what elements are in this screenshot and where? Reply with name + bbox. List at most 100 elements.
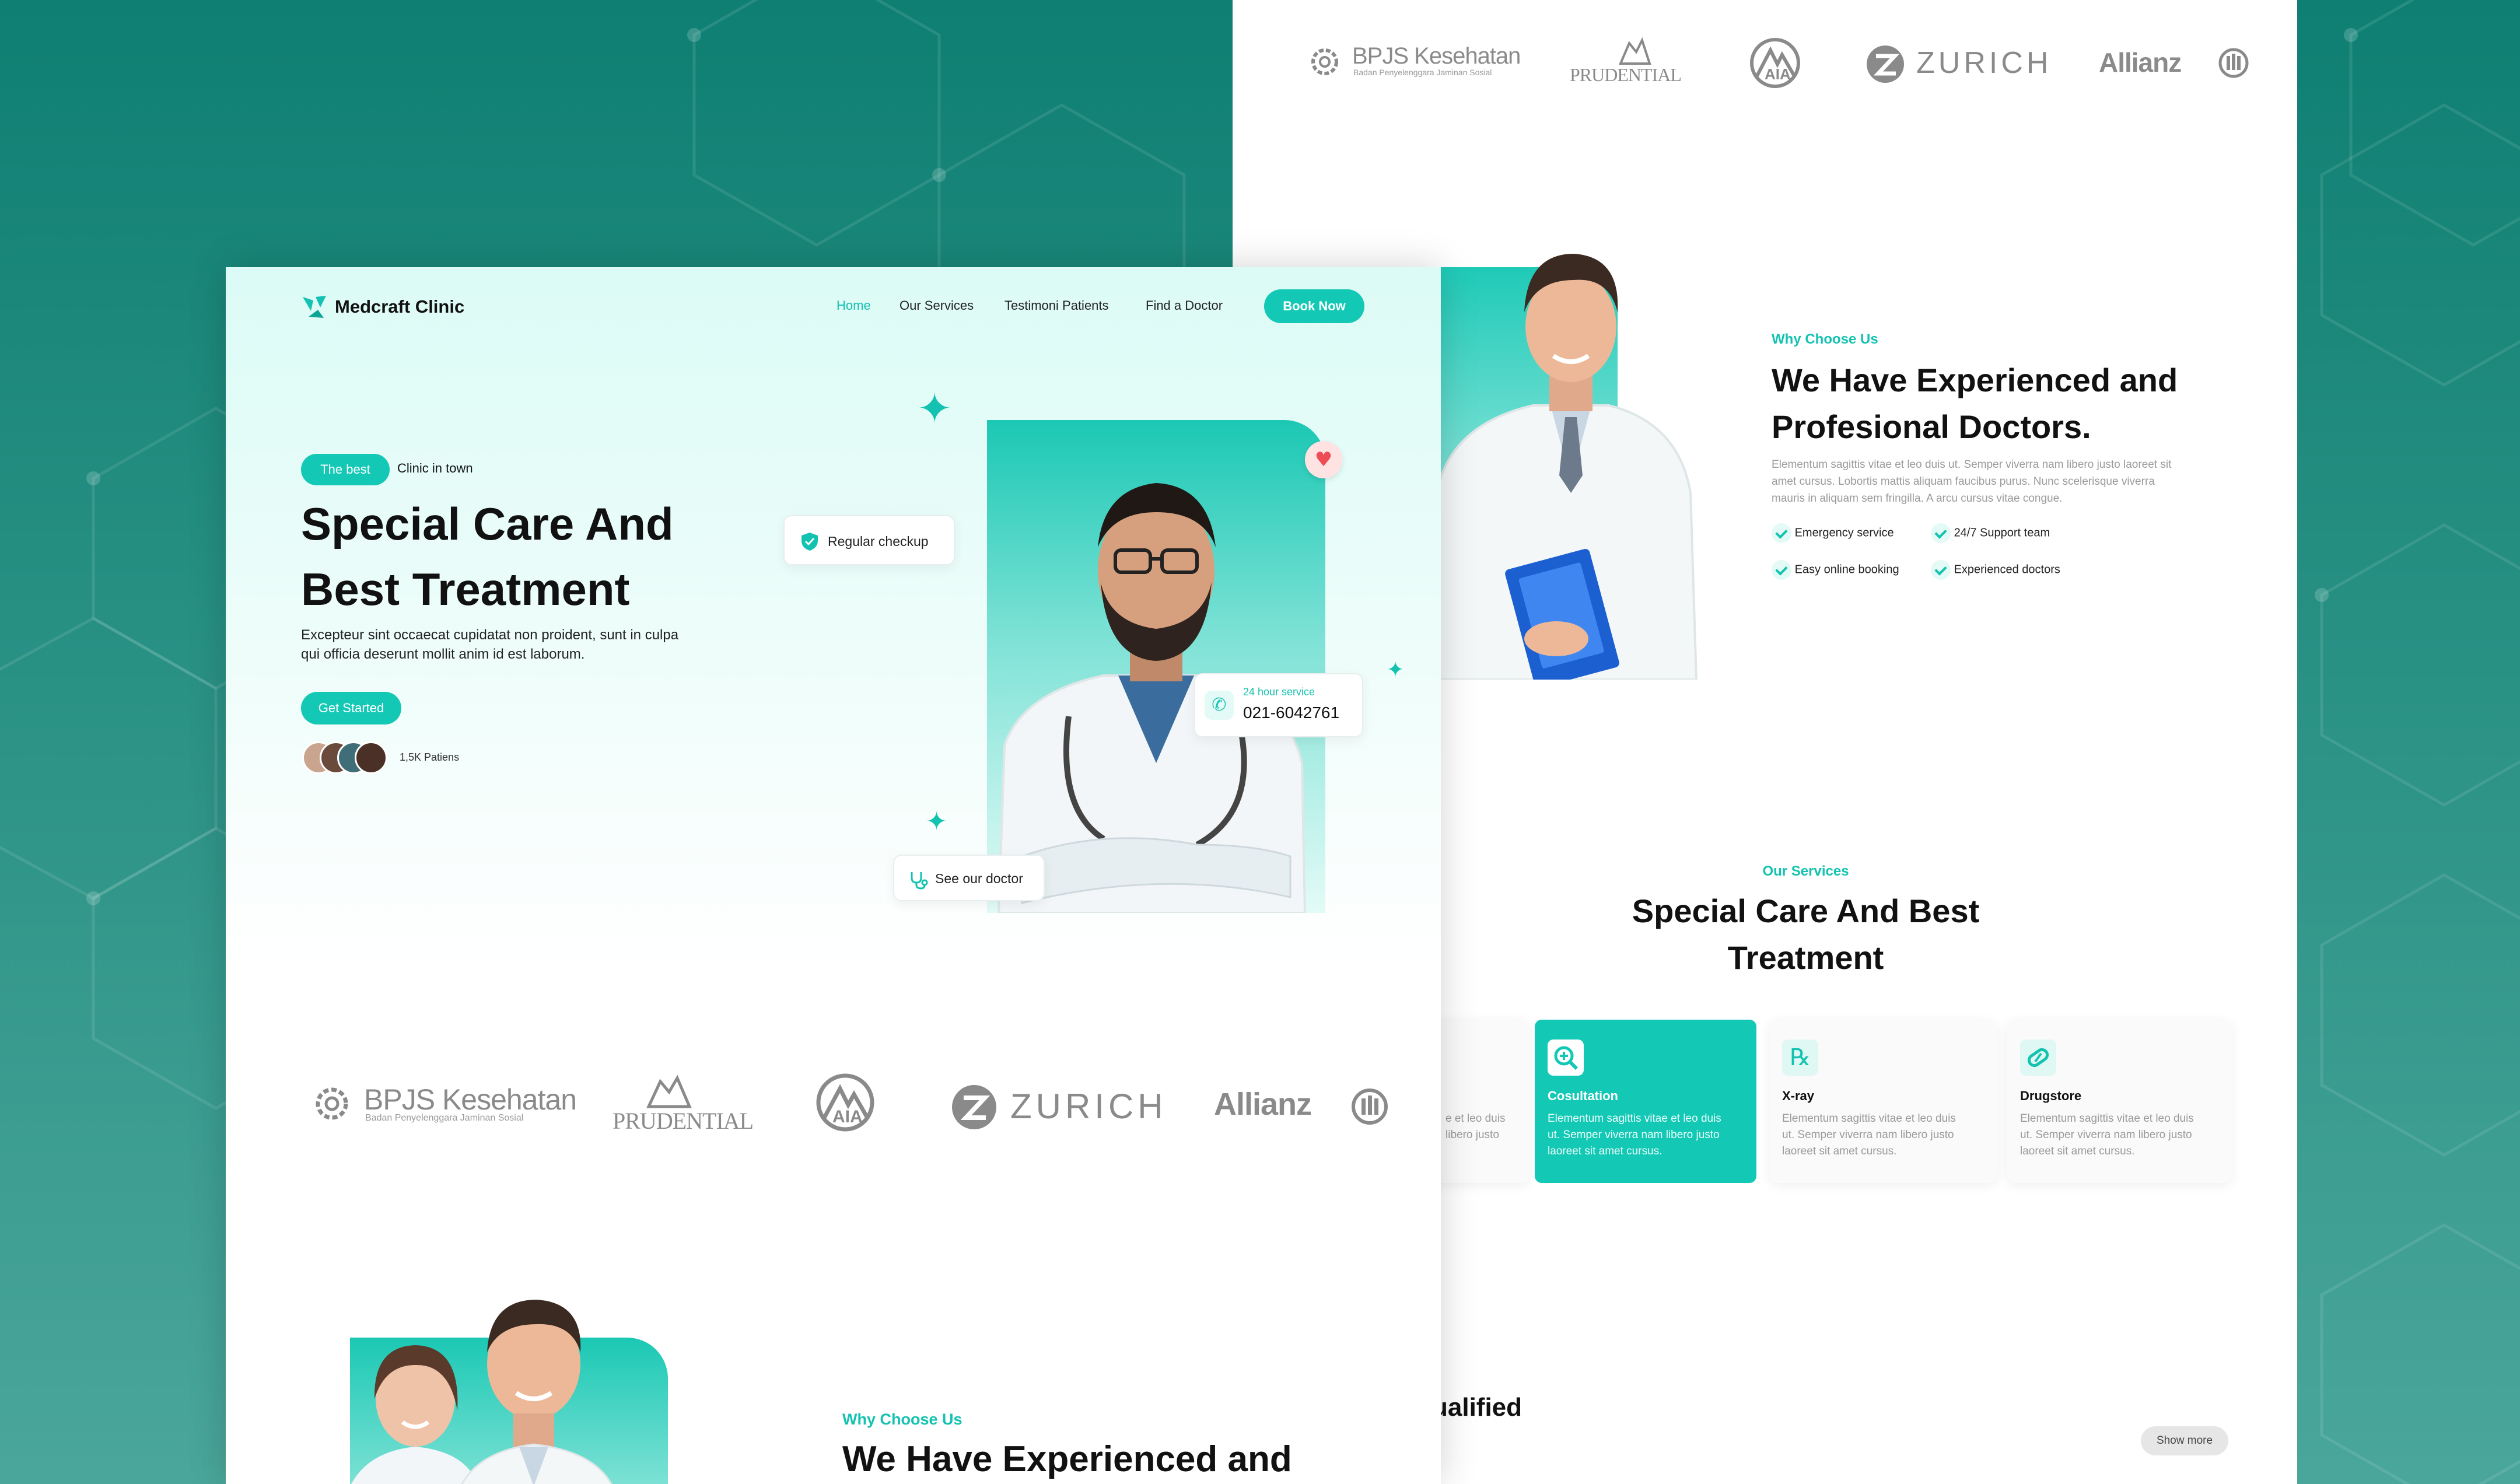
qualified-heading-partial: ualified [1432,1393,1522,1422]
bpjs-logo-text: BPJS Kesehatan [1352,43,1521,69]
left-why-eyebrow: Why Choose Us [842,1410,963,1428]
desc-line: ut. Semper viverra nam libero justo [1548,1129,1720,1141]
prudential-logo-text: PRUDENTIAL [612,1108,754,1134]
left-why-title: We Have Experienced and [842,1439,1292,1479]
why-eyebrow: Why Choose Us [1772,331,1878,347]
allianz-logo-text: Allianz [2099,47,2182,78]
services-title-line2: Treatment [1727,939,1884,976]
desc-line: Elementum sagittis vitae et leo duis [1782,1112,1956,1125]
medcraft-logo-icon[interactable] [300,293,328,320]
check-icon [1931,560,1951,580]
see-our-doctor-label: See our doctor [935,871,1023,886]
phone-number[interactable]: 021-6042761 [1243,704,1339,722]
service-card-drugstore[interactable]: Drugstore Elementum sagittis vitae et le… [2007,1020,2232,1183]
aia-logo-text: AIA [1765,65,1791,83]
sparkle-icon: ✦ [917,384,953,433]
check-icon [1772,560,1791,580]
allianz-logo-icon [2218,48,2249,78]
zurich-logo-text: ZURICH [1916,46,2052,80]
avatar [355,741,387,774]
desc-line: laoreet sit amet cursus. [2020,1145,2135,1157]
badge-pill: The best [301,454,390,485]
sparkle-icon: ✦ [1387,658,1405,682]
consultation-icon [1548,1040,1584,1076]
zurich-logo-text: ZURICH [1010,1087,1167,1126]
bpjs-logo-text: BPJS Kesehatan [364,1083,577,1116]
partial-line1: e et leo duis [1446,1112,1506,1125]
desc-line: Elementum sagittis vitae et leo duis [2020,1112,2194,1125]
desc-line: laoreet sit amet cursus. [1782,1145,1897,1157]
service-card-desc: Elementum sagittis vitae et leo duis ut.… [1548,1111,1721,1160]
shield-check-icon [802,533,818,551]
service-card-consultation[interactable]: Cosultation Elementum sagittis vitae et … [1535,1020,1756,1183]
get-started-button[interactable]: Get Started [301,692,401,724]
hero-description: Excepteur sint occaecat cupidatat non pr… [301,625,678,664]
feature-label: Easy online booking [1794,563,1899,576]
nav-testimoni-patients[interactable]: Testimoni Patients [1005,298,1109,313]
prescription-icon: ℞ [1782,1040,1818,1076]
feature-emergency: Emergency service [1772,523,1894,543]
bpjs-logo-icon [316,1087,348,1120]
feature-booking: Easy online booking [1772,560,1899,580]
feature-label: Experienced doctors [1954,563,2060,576]
patients-count: 1,5K Patiens [400,751,460,763]
desc-line: Elementum sagittis vitae et leo duis [1548,1112,1721,1125]
service-card-title: Drugstore [2020,1088,2082,1103]
hero-desc-line2: qui officia deserunt mollit anim id est … [301,646,585,662]
feature-label: 24/7 Support team [1954,526,2050,540]
show-more-button[interactable]: Show more [2141,1426,2228,1455]
hero-title-line1: Special Care And [301,498,674,550]
service-card-title: Cosultation [1548,1088,1618,1103]
feature-support: 24/7 Support team [1931,523,2050,543]
why-title-line2: Profesional Doctors. [1772,408,2091,445]
why-description: Elementum sagittis vitae et leo duis ut.… [1772,456,2171,507]
service-card-xray[interactable]: ℞ X-ray Elementum sagittis vitae et leo … [1769,1020,1997,1183]
bpjs-logo-icon [1311,48,1338,75]
prudential-rock-icon [646,1074,692,1108]
regular-checkup-chip: Regular checkup [783,515,955,565]
aia-logo-icon [1750,38,1800,88]
book-now-button[interactable]: Book Now [1264,289,1364,323]
patient-avatars [302,741,390,774]
zurich-logo-icon [952,1085,996,1129]
feature-label: Emergency service [1794,526,1894,540]
partial-line2: libero justo [1446,1129,1499,1141]
phone-icon: ✆ [1205,691,1234,720]
zurich-logo-icon [1867,46,1904,83]
why-desc-line1: Elementum sagittis vitae et leo duis ut.… [1772,459,2172,471]
hero-desc-line1: Excepteur sint occaecat cupidatat non pr… [301,627,679,643]
service-hotline-chip: ✆ 24 hour service 021-6042761 [1194,673,1363,737]
why-title-line1: We Have Experienced and [1772,362,2178,398]
regular-checkup-label: Regular checkup [828,534,929,549]
nav-home[interactable]: Home [836,298,871,313]
desc-line: ut. Semper viverra nam libero justo [1782,1129,1954,1141]
services-title-line1: Special Care And Best [1632,892,1980,929]
service-card-desc: Elementum sagittis vitae et leo duis ut.… [1782,1111,1956,1160]
stethoscope-icon [911,872,928,890]
left-page-mockup: Medcraft Clinic Home Our Services Testim… [226,267,1441,1484]
hero-title: Special Care And Best Treatment [301,491,674,622]
feature-doctors: Experienced doctors [1931,560,2060,580]
check-icon [1931,523,1951,543]
service-card-partial-text: e et leo duis libero justo [1446,1111,1505,1143]
nav-find-doctor[interactable]: Find a Doctor [1146,298,1223,313]
brand-name[interactable]: Medcraft Clinic [335,296,464,317]
service-label: 24 hour service [1243,686,1315,698]
service-card-desc: Elementum sagittis vitae et leo duis ut.… [2020,1111,2194,1160]
why-desc-line2: amet cursus. Lobortis mattis aliquam fau… [1772,475,2155,488]
see-our-doctor-chip[interactable]: See our doctor [893,855,1045,901]
desc-line: ut. Semper viverra nam libero justo [2020,1129,2192,1141]
prudential-rock-icon [1618,37,1651,65]
badge-text: Clinic in town [397,461,473,475]
doctors-pair-image [351,1300,612,1484]
nav-our-services[interactable]: Our Services [900,298,974,313]
service-card-title: X-ray [1782,1088,1815,1103]
hero-title-line2: Best Treatment [301,564,630,615]
desc-line: laoreet sit amet cursus. [1548,1145,1662,1157]
aia-logo-text: AIA [832,1107,863,1126]
why-desc-line3: mauris in aliquam sem fringilla. A arcu … [1772,492,2063,505]
bpjs-logo-subtext: Badan Penyelenggara Jaminan Sosial [1353,68,1492,77]
why-title: We Have Experienced and Profesional Doct… [1772,357,2178,450]
heart-icon[interactable]: ♥ [1305,441,1342,478]
doctor-with-clipboard-image [1426,254,1698,680]
